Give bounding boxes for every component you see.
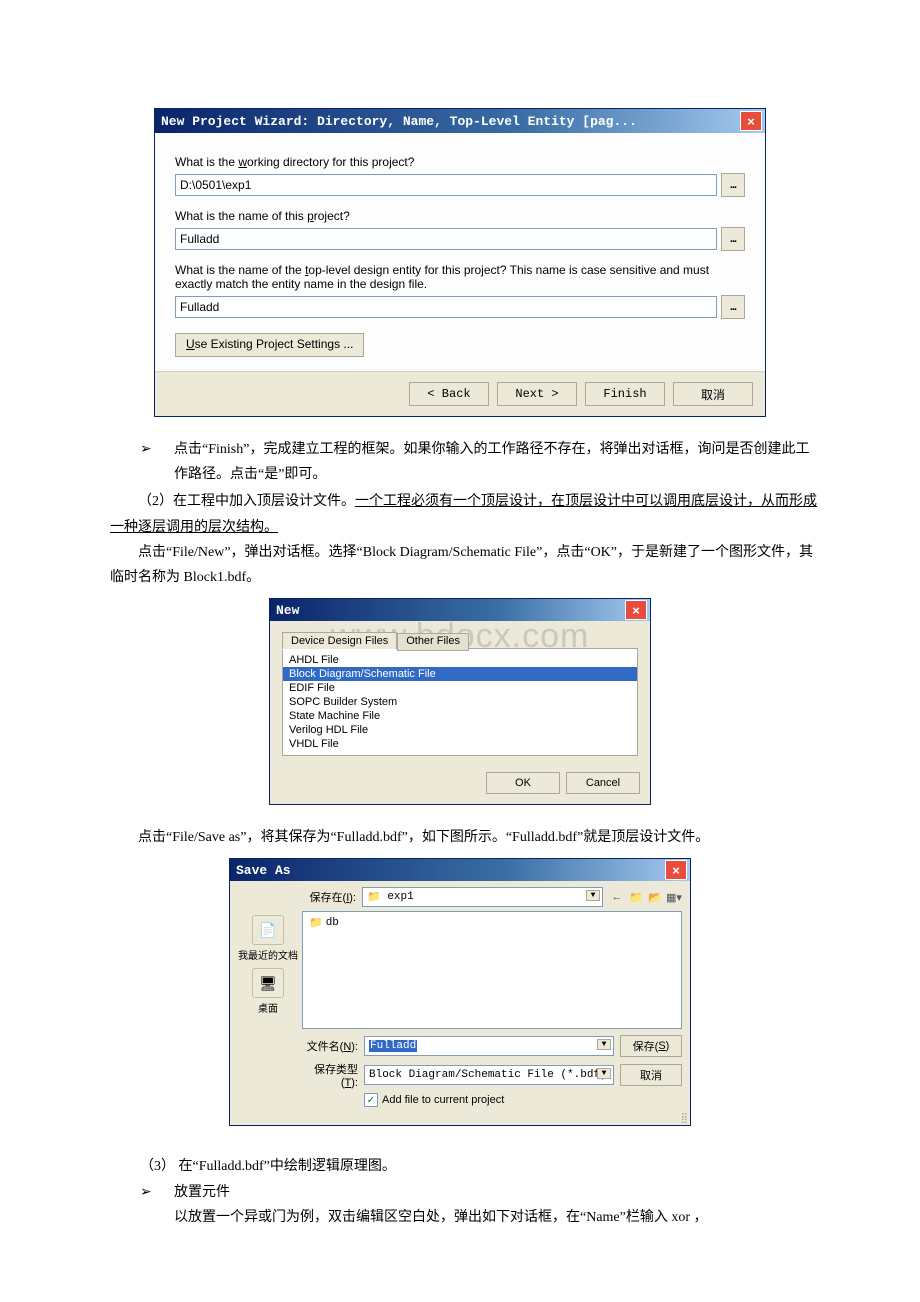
file-type-list[interactable]: AHDL File Block Diagram/Schematic File E… bbox=[282, 648, 638, 756]
browse-project-button[interactable]: ... bbox=[721, 227, 745, 251]
project-name-label: What is the name of this project? bbox=[175, 209, 745, 223]
filename-input[interactable]: Fulladd bbox=[364, 1036, 614, 1056]
save-as-title: Save As bbox=[236, 863, 291, 878]
save-in-combo[interactable]: 📁 exp1 bbox=[362, 887, 603, 907]
next-button[interactable]: Next > bbox=[497, 382, 577, 406]
back-button[interactable]: < Back bbox=[409, 382, 489, 406]
save-in-label: 保存在(I): bbox=[302, 889, 356, 905]
use-existing-settings-button[interactable]: Use Existing Project Settings ... bbox=[175, 333, 364, 357]
up-folder-icon[interactable]: 📁 bbox=[628, 889, 644, 905]
new-dialog-titlebar: New × bbox=[270, 599, 650, 621]
top-entity-label: What is the name of the top-level design… bbox=[175, 263, 745, 291]
paragraph-xor: 以放置一个异或门为例，双击编辑区空白处，弹出如下对话框，在“Name”栏输入 x… bbox=[110, 1205, 820, 1230]
filename-label: 文件名(N): bbox=[302, 1038, 358, 1054]
ok-button[interactable]: OK bbox=[486, 772, 560, 794]
paragraph-finish: 点击“Finish”，完成建立工程的框架。如果你输入的工作路径不存在，将弹出对话… bbox=[174, 437, 820, 487]
working-dir-input[interactable]: D:\0501\exp1 bbox=[175, 174, 717, 196]
desktop-icon[interactable]: 🖥 bbox=[252, 968, 284, 998]
working-dir-label: What is the working directory for this p… bbox=[175, 155, 745, 169]
close-icon[interactable]: × bbox=[740, 111, 762, 131]
back-arrow-icon[interactable]: ← bbox=[609, 889, 625, 905]
file-list[interactable]: 📁db bbox=[302, 911, 682, 1029]
save-as-dialog: Save As × 📄 我最近的文档 🖥 桌面 保存在(I): 📁 exp1 bbox=[229, 858, 691, 1126]
resize-grip-icon[interactable]: ⣿ bbox=[230, 1115, 690, 1125]
folder-icon: 📁 bbox=[309, 916, 323, 930]
places-bar: 📄 我最近的文档 🖥 桌面 bbox=[238, 887, 298, 1107]
cancel-button[interactable]: Cancel bbox=[566, 772, 640, 794]
filetype-combo[interactable]: Block Diagram/Schematic File (*.bdf) bbox=[364, 1065, 614, 1085]
recent-docs-label: 我最近的文档 bbox=[238, 947, 298, 962]
new-dialog-title: New bbox=[276, 603, 299, 618]
browse-dir-button[interactable]: ... bbox=[721, 173, 745, 197]
folder-item[interactable]: 📁db bbox=[309, 916, 675, 930]
list-item[interactable]: Verilog HDL File bbox=[283, 723, 637, 737]
new-project-wizard-dialog: New Project Wizard: Directory, Name, Top… bbox=[154, 108, 766, 417]
top-entity-input[interactable]: Fulladd bbox=[175, 296, 717, 318]
paragraph-file-new: 点击“File/New”，弹出对话框。选择“Block Diagram/Sche… bbox=[110, 540, 820, 590]
save-as-titlebar: Save As × bbox=[230, 859, 690, 881]
new-folder-icon[interactable]: 📂 bbox=[647, 889, 663, 905]
list-item[interactable]: AHDL File bbox=[283, 653, 637, 667]
views-icon[interactable]: ▦▾ bbox=[666, 889, 682, 905]
wizard-title-text: New Project Wizard: Directory, Name, Top… bbox=[161, 114, 637, 129]
save-button[interactable]: 保存(S) bbox=[620, 1035, 682, 1057]
close-icon[interactable]: × bbox=[665, 860, 687, 880]
list-item[interactable]: SOPC Builder System bbox=[283, 695, 637, 709]
list-item[interactable]: EDIF File bbox=[283, 681, 637, 695]
finish-button[interactable]: Finish bbox=[585, 382, 665, 406]
paragraph-step2: （2）在工程中加入顶层设计文件。一个工程必须有一个顶层设计，在顶层设计中可以调用… bbox=[110, 489, 820, 539]
close-icon[interactable]: × bbox=[625, 600, 647, 620]
wizard-titlebar: New Project Wizard: Directory, Name, Top… bbox=[155, 109, 765, 133]
tab-other-files[interactable]: Other Files bbox=[397, 633, 469, 651]
browse-entity-button[interactable]: ... bbox=[721, 295, 745, 319]
list-item[interactable]: VHDL File bbox=[283, 737, 637, 751]
list-item[interactable]: State Machine File bbox=[283, 709, 637, 723]
bullet-icon: ➢ bbox=[110, 437, 174, 487]
filetype-label: 保存类型(T): bbox=[302, 1061, 358, 1089]
recent-docs-icon[interactable]: 📄 bbox=[252, 915, 284, 945]
new-dialog: www.bdocx.com New × Device Design Files … bbox=[269, 598, 651, 805]
paragraph-place-component: 放置元件 bbox=[174, 1180, 820, 1205]
paragraph-save-as: 点击“File/Save as”，将其保存为“Fulladd.bdf”，如下图所… bbox=[110, 825, 820, 850]
desktop-label: 桌面 bbox=[238, 1000, 298, 1015]
tab-device-design-files[interactable]: Device Design Files bbox=[282, 632, 397, 650]
add-file-label: Add file to current project bbox=[382, 1094, 504, 1106]
cancel-button[interactable]: 取消 bbox=[620, 1064, 682, 1086]
add-file-checkbox[interactable]: ✓ bbox=[364, 1093, 378, 1107]
paragraph-step3: （3） 在“Fulladd.bdf”中绘制逻辑原理图。 bbox=[110, 1154, 820, 1179]
list-item[interactable]: Block Diagram/Schematic File bbox=[283, 667, 637, 681]
bullet-icon: ➢ bbox=[110, 1180, 174, 1205]
project-name-input[interactable]: Fulladd bbox=[175, 228, 717, 250]
folder-icon: 📁 bbox=[367, 890, 381, 904]
cancel-button[interactable]: 取消 bbox=[673, 382, 753, 406]
